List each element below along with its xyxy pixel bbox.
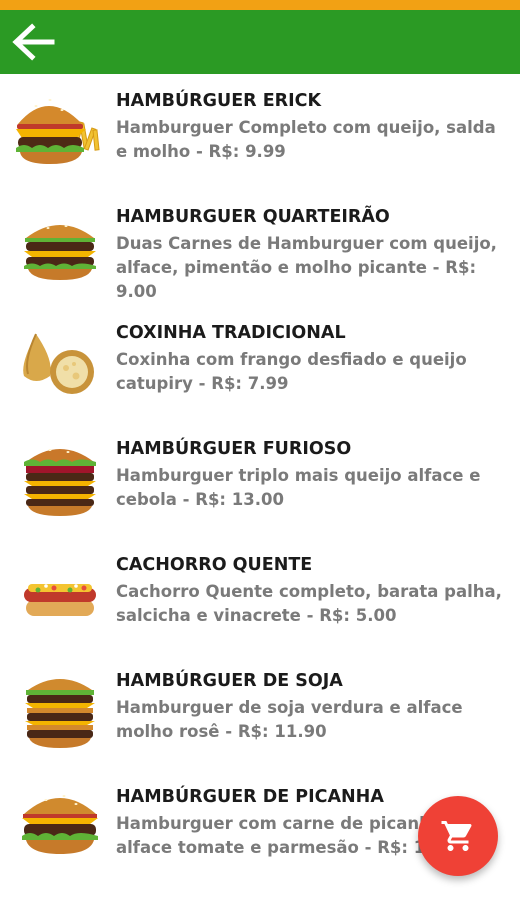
status-bar bbox=[0, 0, 520, 10]
stacked-burger-image bbox=[14, 668, 106, 760]
list-item[interactable]: CACHORRO QUENTE Cachorro Quente completo… bbox=[0, 538, 520, 654]
list-item[interactable]: HAMBÚRGUER DE SOJA Hamburguer de soja ve… bbox=[0, 654, 520, 770]
list-item[interactable]: HAMBÚRGUER FURIOSO Hamburguer triplo mai… bbox=[0, 422, 520, 538]
hot-dog-image bbox=[14, 552, 106, 644]
item-title: HAMBÚRGUER ERICK bbox=[116, 91, 322, 111]
list-item[interactable]: HAMBURGUER QUARTEIRÃO Duas Carnes de Ham… bbox=[0, 190, 520, 306]
item-description: Hamburguer triplo mais queijo alface e c… bbox=[116, 466, 481, 509]
cart-icon bbox=[441, 821, 472, 851]
item-title: HAMBÚRGUER FURIOSO bbox=[116, 439, 352, 459]
item-description: Cachorro Quente completo, barata palha, … bbox=[116, 582, 502, 625]
triple-burger-image bbox=[14, 436, 106, 528]
arrow-left-icon bbox=[12, 23, 55, 61]
list-item[interactable]: HAMBÚRGUER ERICK Hamburguer Completo com… bbox=[0, 74, 520, 190]
item-title: CACHORRO QUENTE bbox=[116, 555, 313, 575]
app-bar bbox=[0, 10, 520, 74]
item-description: Coxinha com frango desfiado e queijo cat… bbox=[116, 350, 467, 393]
picanha-burger-image bbox=[14, 782, 106, 874]
item-title: COXINHA TRADICIONAL bbox=[116, 323, 346, 343]
back-button[interactable] bbox=[8, 18, 58, 66]
item-description: Duas Carnes de Hamburguer com queijo, al… bbox=[116, 234, 497, 301]
coxinha-image bbox=[14, 314, 106, 406]
item-title: HAMBURGUER QUARTEIRÃO bbox=[116, 207, 390, 227]
item-description: Hamburguer Completo com queijo, salda e … bbox=[116, 118, 496, 161]
menu-list: HAMBÚRGUER ERICK Hamburguer Completo com… bbox=[0, 74, 520, 886]
list-item[interactable]: COXINHA TRADICIONAL Coxinha com frango d… bbox=[0, 306, 520, 422]
double-burger-image bbox=[14, 208, 106, 300]
item-description: Hamburguer de soja verdura e alface molh… bbox=[116, 698, 463, 741]
cart-button[interactable] bbox=[418, 796, 498, 876]
burger-with-fries-image bbox=[14, 84, 106, 176]
item-title: HAMBÚRGUER DE SOJA bbox=[116, 671, 343, 691]
